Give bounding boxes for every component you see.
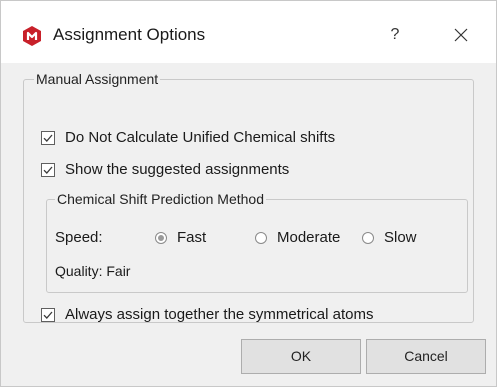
show-suggested-checkbox[interactable]: Show the suggested assignments	[41, 161, 289, 178]
speed-moderate-label: Moderate	[277, 229, 341, 246]
radio-unselected-icon	[255, 231, 267, 244]
close-button[interactable]	[441, 19, 481, 51]
radio-unselected-icon	[362, 231, 374, 244]
help-button[interactable]: ?	[375, 19, 415, 51]
checkbox-checked-icon	[41, 130, 55, 145]
speed-label: Speed:	[55, 229, 103, 246]
title-bar: Assignment Options ?	[1, 1, 496, 63]
speed-slow-label: Slow	[384, 229, 417, 246]
symmetrical-atoms-label: Always assign together the symmetrical a…	[65, 306, 374, 323]
dialog-body: Manual Assignment Do Not Calculate Unifi…	[1, 63, 496, 386]
speed-fast-radio[interactable]: Fast	[155, 229, 206, 246]
assignment-options-dialog: Assignment Options ? Manual Assignment D…	[0, 0, 497, 387]
symmetrical-atoms-checkbox[interactable]: Always assign together the symmetrical a…	[41, 306, 373, 323]
speed-fast-label: Fast	[177, 229, 207, 246]
manual-assignment-group: Manual Assignment Do Not Calculate Unifi…	[23, 71, 474, 323]
checkbox-checked-icon	[41, 162, 55, 177]
quality-text: Quality: Fair	[55, 263, 131, 279]
cancel-button[interactable]: Cancel	[366, 339, 486, 374]
speed-slow-radio[interactable]: Slow	[362, 229, 417, 246]
close-icon	[441, 28, 481, 55]
do-not-calculate-label: Do Not Calculate Unified Chemical shifts	[65, 129, 336, 146]
window-title: Assignment Options	[53, 25, 206, 44]
prediction-method-legend: Chemical Shift Prediction Method	[57, 191, 264, 207]
ok-button[interactable]: OK	[241, 339, 361, 374]
radio-selected-icon	[155, 231, 167, 244]
show-suggested-label: Show the suggested assignments	[65, 161, 290, 178]
do-not-calculate-checkbox[interactable]: Do Not Calculate Unified Chemical shifts	[41, 129, 335, 146]
speed-moderate-radio[interactable]: Moderate	[255, 229, 340, 246]
mnova-logo-icon	[21, 25, 43, 47]
prediction-method-group: Chemical Shift Prediction Method Speed: …	[46, 191, 468, 293]
checkbox-checked-icon	[41, 307, 55, 322]
manual-assignment-legend: Manual Assignment	[36, 71, 159, 87]
